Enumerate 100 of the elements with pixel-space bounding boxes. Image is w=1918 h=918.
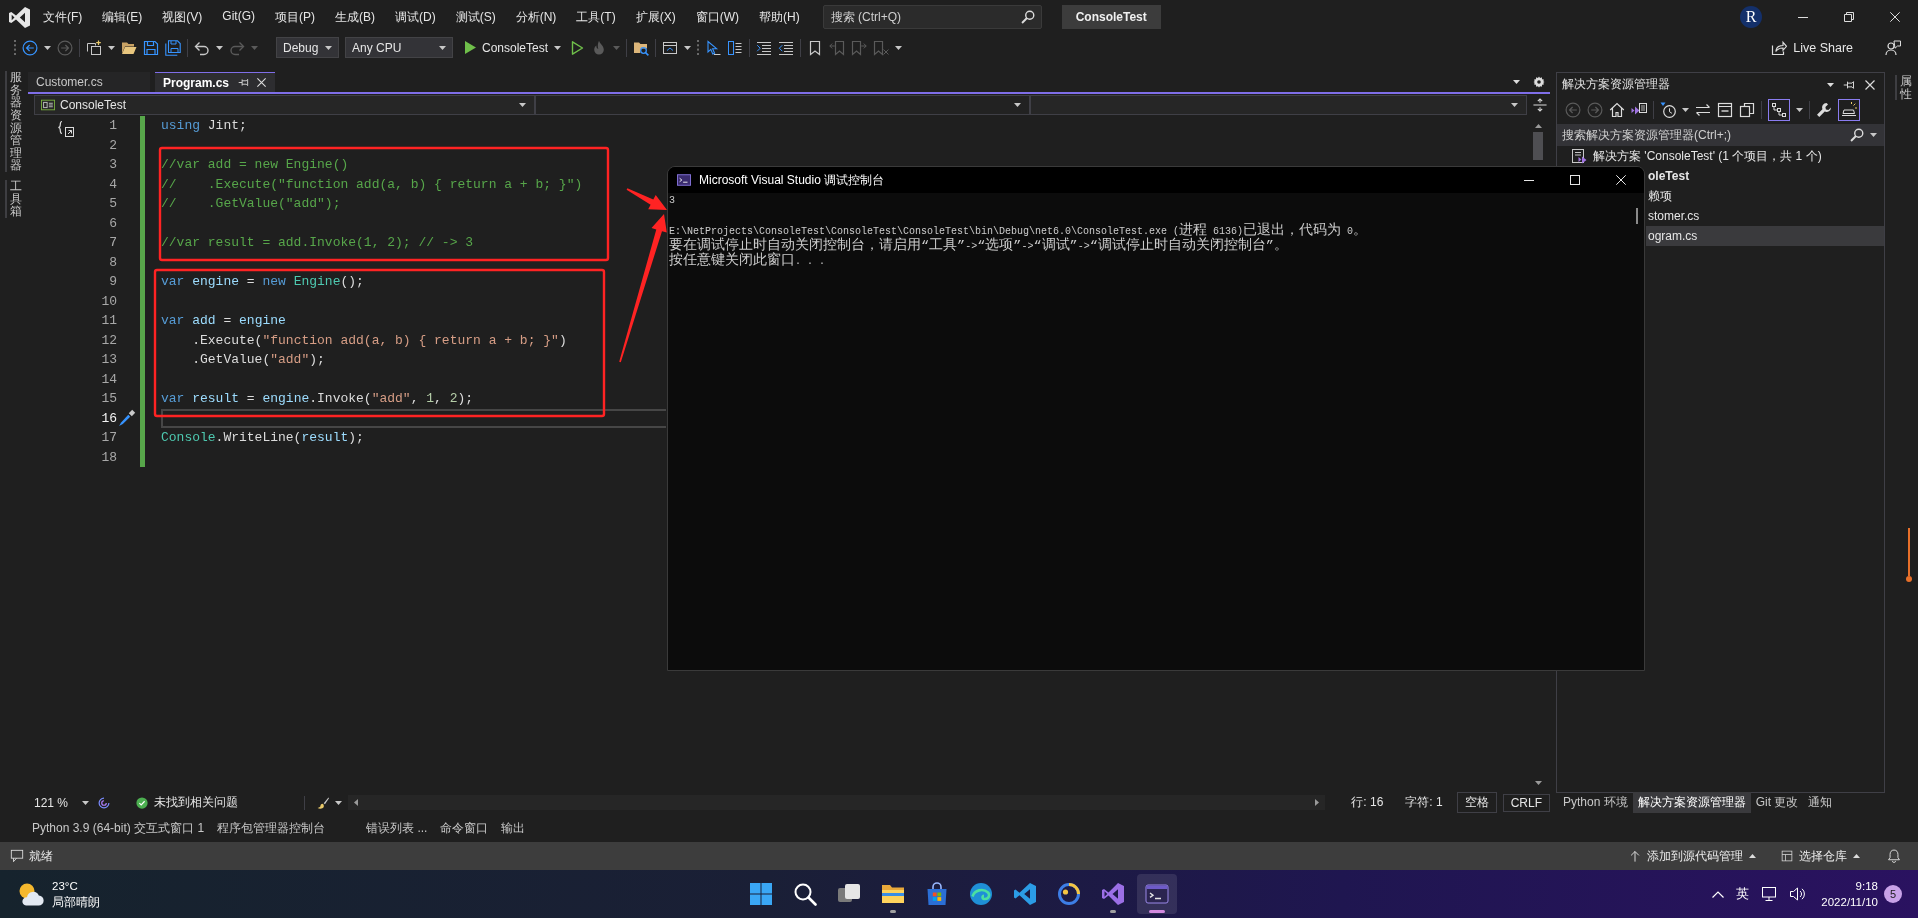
project-dropdown[interactable]: ConsoleTest: [34, 95, 535, 115]
chevron-up-icon[interactable]: [1712, 890, 1725, 898]
close-icon[interactable]: [256, 77, 267, 88]
caret-icon[interactable]: [108, 45, 115, 50]
menu-item[interactable]: 测试(S): [445, 4, 506, 30]
tree-item[interactable]: 赖项: [1646, 186, 1884, 206]
redo-icon[interactable]: [229, 39, 245, 56]
menu-item[interactable]: 分析(N): [505, 4, 567, 30]
logo-icon[interactable]: [9, 6, 30, 28]
menu-item[interactable]: 生成(B): [325, 4, 385, 30]
pin-icon[interactable]: [238, 77, 249, 88]
status-item[interactable]: 字符: 1: [1397, 792, 1451, 813]
tool-window-tab[interactable]: 命令窗口: [434, 816, 495, 840]
tree-item[interactable]: ogram.cs: [1646, 226, 1884, 246]
caret-icon[interactable]: [216, 45, 223, 50]
side-tab[interactable]: 服务器资源管理器: [5, 71, 22, 173]
horizontal-scrollbar[interactable]: [348, 795, 1326, 810]
issues-status[interactable]: 未找到相关问题: [154, 794, 238, 811]
menu-item[interactable]: 帮助(H): [749, 4, 810, 30]
zoom-dropdown[interactable]: 121 %: [30, 795, 92, 810]
panel-tab[interactable]: Git 更改: [1750, 792, 1804, 813]
close-icon[interactable]: [1890, 12, 1900, 22]
menu-item[interactable]: 文件(F): [33, 4, 93, 30]
caret-icon[interactable]: [44, 45, 51, 50]
panel-tab[interactable]: 通知: [1803, 792, 1838, 813]
caret-icon[interactable]: [895, 45, 903, 50]
tool-window-tab[interactable]: 程序包管理器控制台: [211, 816, 332, 840]
settings-icon[interactable]: [1533, 76, 1545, 88]
search-icon[interactable]: [1020, 10, 1035, 24]
panel-tab[interactable]: 解决方案资源管理器: [1632, 792, 1751, 813]
save-icon[interactable]: [143, 39, 159, 56]
save-all-icon[interactable]: [165, 39, 181, 56]
copy-icon[interactable]: [1739, 102, 1755, 118]
clock-time[interactable]: 9:18: [1855, 878, 1878, 894]
menu-item[interactable]: 项目(P): [265, 4, 325, 30]
tree-view-icon[interactable]: [1768, 99, 1790, 121]
window-icon[interactable]: [662, 39, 679, 56]
home-icon[interactable]: [1609, 102, 1625, 118]
account-avatar[interactable]: R: [1740, 6, 1762, 28]
weather-icon[interactable]: [18, 882, 44, 906]
caret-icon[interactable]: [1682, 108, 1689, 112]
brush-icon[interactable]: [317, 796, 329, 809]
outdent-lines-icon[interactable]: [778, 39, 795, 56]
menu-item[interactable]: Git(G): [212, 4, 265, 30]
forward-icon[interactable]: [57, 39, 73, 56]
platform-dropdown[interactable]: Any CPU: [345, 37, 453, 58]
caret-icon[interactable]: [1870, 133, 1877, 137]
menu-item[interactable]: 视图(V): [152, 4, 213, 30]
scroll-down-icon[interactable]: [1534, 781, 1542, 785]
minimize-icon[interactable]: [1798, 16, 1808, 18]
undo-icon[interactable]: [194, 39, 210, 56]
menu-item[interactable]: 调试(D): [385, 4, 446, 30]
tree-item[interactable]: 解决方案 'ConsoleTest' (1 个项目，共 1 个): [1557, 146, 1884, 166]
clock-date[interactable]: 2022/11/10: [1821, 894, 1878, 910]
tree-item[interactable]: oleTest: [1646, 166, 1884, 186]
tool-window-tab[interactable]: Python 3.9 (64-bit) 交互式窗口 1: [26, 816, 211, 840]
cursor-icon[interactable]: [705, 39, 722, 56]
play-outline-icon[interactable]: [569, 39, 586, 56]
back-icon[interactable]: [22, 39, 38, 56]
split-icon[interactable]: [1533, 98, 1547, 112]
status-item[interactable]: CRLF: [1502, 793, 1550, 812]
feedback-icon[interactable]: [1885, 39, 1901, 56]
scrollbar-thumb[interactable]: [1533, 132, 1543, 160]
side-tab[interactable]: 属性: [1895, 75, 1912, 101]
message-icon[interactable]: [10, 849, 24, 863]
tool-window-tab[interactable]: 错误列表 ...: [360, 816, 434, 840]
bookmark-back-icon[interactable]: [829, 39, 846, 56]
maximize-icon[interactable]: [1570, 175, 1580, 185]
search-field[interactable]: 搜索 (Ctrl+Q): [822, 5, 1042, 29]
input-language[interactable]: 英: [1736, 885, 1750, 903]
menu-item[interactable]: 编辑(E): [92, 4, 153, 30]
panel-tab[interactable]: Python 环境: [1558, 792, 1633, 813]
back-icon[interactable]: [1565, 102, 1581, 118]
bookmark-clear-icon[interactable]: [873, 39, 890, 56]
screwdriver-icon[interactable]: [118, 409, 136, 428]
side-tab[interactable]: 工具箱: [5, 180, 22, 219]
braces-icon[interactable]: [57, 120, 74, 137]
wrench-icon[interactable]: [1816, 102, 1832, 118]
notification-badge[interactable]: 5: [1884, 885, 1902, 903]
scrollbar-thumb[interactable]: [1636, 208, 1638, 224]
source-control-button[interactable]: 添加到源代码管理: [1625, 847, 1760, 865]
caret-icon[interactable]: [1513, 80, 1520, 84]
search-field[interactable]: 搜索解决方案资源管理器(Ctrl+;): [1557, 124, 1884, 146]
temperature-text[interactable]: 23°C: [52, 878, 100, 894]
indent-lines-icon[interactable]: [756, 39, 773, 56]
caret-icon[interactable]: [684, 45, 692, 50]
live-share-button[interactable]: Live Share: [1771, 39, 1853, 56]
caret-icon[interactable]: [335, 800, 342, 805]
tree-item[interactable]: stomer.cs: [1646, 206, 1884, 226]
document-tab[interactable]: Customer.cs: [28, 72, 150, 92]
minimize-icon[interactable]: [1524, 179, 1534, 181]
tool-window-tab[interactable]: 输出: [495, 816, 532, 840]
configuration-dropdown[interactable]: Debug: [276, 37, 339, 58]
menu-item[interactable]: 扩展(X): [625, 4, 686, 30]
search-icon[interactable]: [1850, 128, 1864, 142]
start-button[interactable]: ConsoleTest: [463, 36, 564, 59]
bookmark-forward-icon[interactable]: [851, 39, 868, 56]
status-item[interactable]: 空格: [1456, 792, 1497, 813]
taskbar-button[interactable]: [1137, 874, 1177, 914]
status-item[interactable]: 行: 16: [1343, 792, 1392, 813]
